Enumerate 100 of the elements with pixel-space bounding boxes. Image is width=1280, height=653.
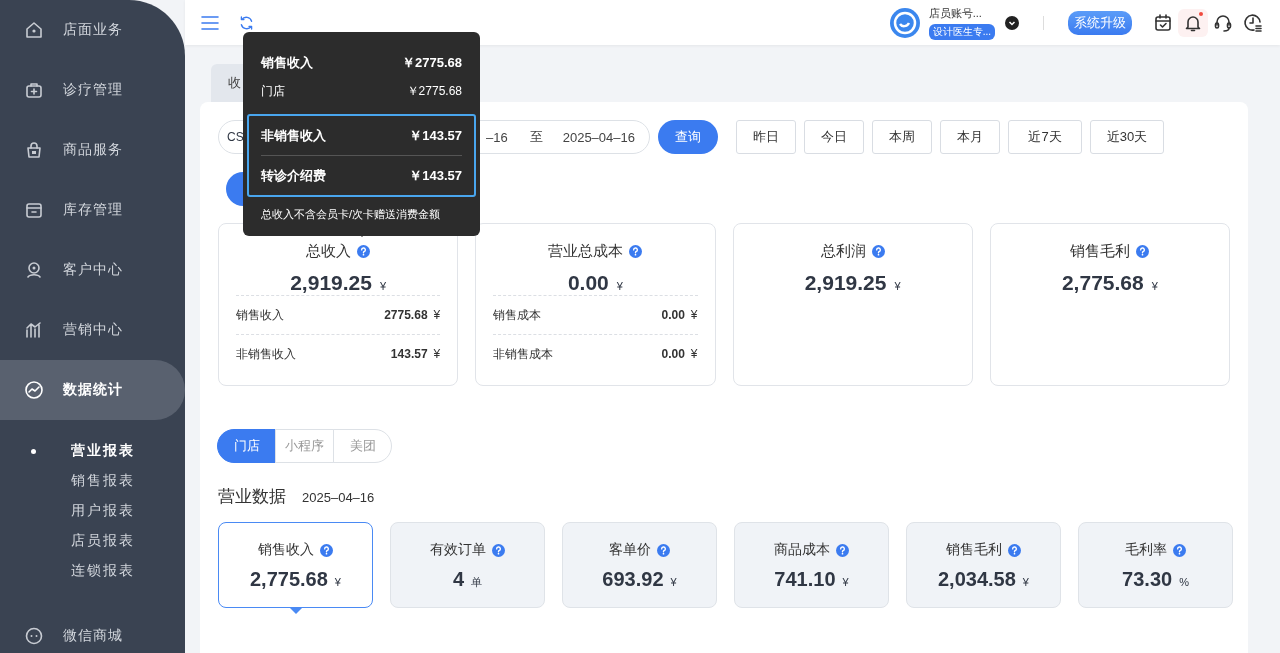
currency-unit: ¥	[379, 280, 387, 292]
help-icon[interactable]	[629, 245, 643, 258]
date-range-button[interactable]: 近7天	[1008, 120, 1082, 154]
metric-card[interactable]: 销售毛利 2,034.58 ¥	[906, 522, 1061, 608]
submenu-item[interactable]: 销售报表	[0, 466, 185, 496]
submenu-item[interactable]: 用户报表	[0, 496, 185, 526]
help-icon[interactable]	[1136, 245, 1150, 258]
pointer-caret	[289, 607, 303, 614]
bag-icon	[24, 140, 44, 160]
metric-card[interactable]: 毛利率 73.30 %	[1078, 522, 1233, 608]
tooltip-label: 转诊介绍费	[261, 166, 326, 185]
metric-value: 4	[452, 568, 465, 591]
detail-value: 143.57	[390, 347, 428, 361]
avatar-icon	[889, 7, 920, 38]
submenu-item[interactable]: 店员报表	[0, 526, 185, 556]
metric-title: 销售收入	[258, 541, 314, 559]
sidebar-item[interactable]: 营销中心	[0, 300, 185, 360]
currency-unit: ¥	[1151, 280, 1158, 292]
date-range-button[interactable]: 近30天	[1090, 120, 1164, 154]
medical-kit-icon	[24, 80, 44, 100]
sidebar-item[interactable]: 库存管理	[0, 180, 185, 240]
query-button[interactable]: 查询	[658, 120, 718, 154]
metric-unit: ¥	[842, 576, 849, 588]
currency-unit: ¥	[433, 347, 441, 361]
date-separator: 至	[529, 128, 543, 146]
metric-unit: ¥	[1022, 576, 1029, 588]
detail-value: 0.00	[661, 308, 685, 322]
help-icon[interactable]	[320, 543, 333, 557]
currency-unit: ¥	[894, 280, 901, 292]
card-value: 0.00	[567, 271, 609, 295]
sidebar-item[interactable]: 微信商城	[0, 606, 185, 653]
sidebar-item[interactable]: 客户中心	[0, 240, 185, 300]
help-icon[interactable]	[1173, 543, 1186, 557]
metric-card[interactable]: 客单价 693.92 ¥	[562, 522, 717, 608]
bar-chart-icon	[24, 320, 44, 340]
help-icon[interactable]	[836, 543, 849, 557]
help-icon[interactable]	[357, 245, 371, 258]
metric-title: 销售毛利	[946, 541, 1002, 559]
metric-value: 73.30	[1122, 568, 1173, 591]
role-badge: 设计医生专...	[928, 23, 995, 40]
date-start: –16	[486, 129, 508, 145]
submenu-item[interactable]: 连锁报表	[0, 556, 185, 586]
house-icon	[24, 20, 44, 40]
metric-card[interactable]: 销售收入 2,775.68 ¥	[218, 522, 373, 608]
date-range-button[interactable]: 今日	[804, 120, 864, 154]
account-name: 店员账号...	[928, 5, 983, 21]
card-value: 2,919.25	[290, 271, 372, 295]
sidebar-item[interactable]: 诊疗管理	[0, 60, 185, 120]
metric-title: 客单价	[609, 541, 651, 559]
tooltip-label: 销售收入	[261, 53, 313, 72]
detail-label: 销售收入	[236, 306, 284, 324]
help-icon[interactable]	[1008, 543, 1021, 557]
date-range-button[interactable]: 本周	[872, 120, 932, 154]
sidebar-item[interactable]: 商品服务	[0, 120, 185, 180]
card-title: 总收入	[306, 242, 352, 261]
currency-unit: ¥	[433, 308, 441, 322]
metric-title: 有效订单	[430, 541, 486, 559]
card-title: 总利润	[820, 242, 866, 261]
help-icon[interactable]	[871, 245, 885, 258]
sidebar-item[interactable]: 店面业务	[0, 0, 185, 60]
metric-value: 2,034.58	[938, 568, 1016, 591]
currency-unit: ¥	[690, 308, 698, 322]
card-value: 2,775.68	[1061, 271, 1144, 295]
person-icon	[24, 260, 44, 280]
card-value: 2,919.25	[804, 271, 887, 295]
metric-unit: %	[1179, 576, 1189, 588]
metric-card[interactable]: 有效订单 4 单	[390, 522, 545, 608]
detail-label: 非销售成本	[493, 345, 554, 363]
channel-tab[interactable]: 门店	[217, 429, 276, 463]
sidebar-item[interactable]: 数据统计	[0, 360, 185, 420]
metric-title: 商品成本	[774, 541, 830, 559]
tooltip-note: 总收入不含会员卡/次卡赠送消费金额	[260, 207, 442, 222]
metric-unit: ¥	[334, 576, 341, 588]
date-end: 2025–04–16	[562, 129, 635, 145]
box-icon	[24, 200, 44, 220]
dropdown-icon[interactable]	[1005, 15, 1019, 30]
metric-value: 693.92	[602, 568, 664, 591]
date-range-button[interactable]: 昨日	[736, 120, 796, 154]
metric-unit: ¥	[670, 576, 677, 588]
detail-label: 销售成本	[493, 306, 542, 324]
metric-card[interactable]: 商品成本 741.10 ¥	[734, 522, 889, 608]
submenu-item[interactable]: 营业报表	[0, 436, 185, 466]
tooltip-label: 门店	[261, 83, 285, 100]
currency-unit: ¥	[690, 347, 698, 361]
help-icon[interactable]	[492, 543, 505, 557]
card-title: 销售毛利	[1070, 242, 1131, 261]
section-title: 营业数据	[218, 486, 286, 508]
chat-bubble-icon	[24, 626, 44, 646]
tooltip-value: ￥2775.68	[406, 83, 462, 100]
currency-unit: ¥	[616, 280, 623, 292]
date-range-button[interactable]: 本月	[940, 120, 1000, 154]
detail-value: 0.00	[661, 347, 685, 361]
tooltip-value: ￥2775.68	[402, 53, 462, 72]
metric-unit: 单	[471, 575, 483, 590]
metric-title: 毛利率	[1125, 541, 1167, 559]
trend-chart-icon	[24, 380, 44, 400]
metric-value: 741.10	[774, 568, 836, 591]
card-title: 营业总成本	[548, 242, 624, 261]
help-icon[interactable]	[657, 543, 670, 557]
selected-dot	[31, 449, 36, 454]
